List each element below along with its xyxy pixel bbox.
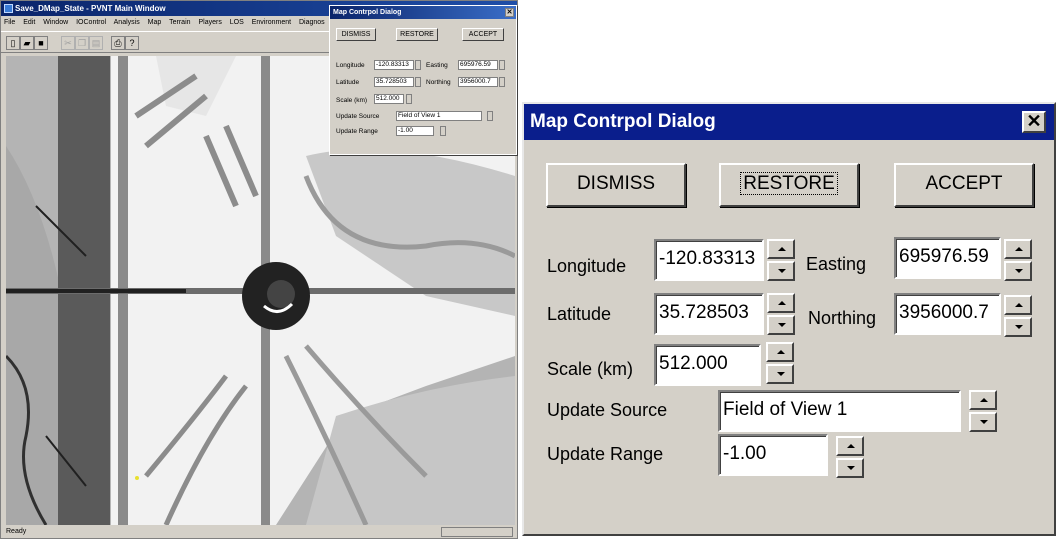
update-range-label: Update Range (547, 444, 664, 464)
small-scale-label: Scale (km) (336, 97, 368, 104)
easting-spinner[interactable] (1004, 239, 1032, 281)
update-source-down-arrow-icon[interactable] (969, 412, 997, 432)
small-longitude-label: Longitude (336, 62, 365, 69)
longitude-field[interactable]: -120.83313 (654, 239, 764, 281)
accept-button-label: ACCEPT (925, 173, 1003, 194)
menu-map[interactable]: Map (148, 19, 162, 26)
small-easting-spinner[interactable] (499, 60, 505, 70)
small-easting-field[interactable]: 695976.59 (458, 60, 498, 70)
map-control-dialog: Map Contrpol Dialog ✕ DISMISS RESTORE AC… (522, 102, 1056, 536)
scale-field[interactable]: 512.000 (654, 344, 761, 386)
small-dismiss-button[interactable]: DISMISS (336, 28, 376, 41)
northing-up-arrow-icon[interactable] (1004, 295, 1032, 315)
cut-icon[interactable]: ✂ (61, 36, 75, 50)
update-range-down-arrow-icon[interactable] (836, 458, 864, 478)
menu-edit[interactable]: Edit (23, 19, 35, 26)
small-restore-button[interactable]: RESTORE (396, 28, 438, 41)
small-northing-spinner[interactable] (499, 77, 505, 87)
update-range-field[interactable]: -1.00 (718, 434, 828, 476)
menu-analysis[interactable]: Analysis (114, 19, 140, 26)
restore-button[interactable]: RESTORE (719, 163, 859, 207)
longitude-up-arrow-icon[interactable] (767, 239, 795, 259)
northing-field[interactable]: 3956000.7 (894, 293, 1001, 335)
accept-button[interactable]: ACCEPT (894, 163, 1034, 207)
dialog-titlebar: Map Contrpol Dialog (524, 104, 1054, 140)
small-northing-field[interactable]: 3956000.7 (458, 77, 498, 87)
small-update-source-spinner[interactable] (487, 111, 493, 121)
scale-up-arrow-icon[interactable] (766, 342, 794, 362)
scale-spinner[interactable] (766, 342, 794, 384)
print-icon[interactable]: ⎙ (111, 36, 125, 50)
small-scale-field[interactable]: 512.000 (374, 94, 404, 104)
update-source-label: Update Source (547, 400, 668, 420)
main-window-title: Save_DMap_State - PVNT Main Window (15, 4, 166, 13)
update-source-spinner[interactable] (969, 390, 997, 432)
dialog-title: Map Contrpol Dialog (530, 111, 716, 132)
small-update-source-label: Update Source (336, 113, 380, 120)
latitude-spinner[interactable] (767, 293, 795, 335)
latitude-up-arrow-icon[interactable] (767, 293, 795, 313)
small-longitude-field[interactable]: -120.83313 (374, 60, 414, 70)
update-range-up-arrow-icon[interactable] (836, 436, 864, 456)
small-map-control-dialog: Map Contrpol Dialog ✕ DISMISS RESTORE AC… (329, 5, 517, 155)
small-dialog-titlebar: Map Contrpol Dialog ✕ (330, 6, 516, 19)
status-bar: Ready (1, 525, 517, 539)
small-dialog-title: Map Contrpol Dialog (333, 9, 402, 16)
scale-label: Scale (km) (547, 359, 634, 379)
menu-environment[interactable]: Environment (252, 19, 291, 26)
menu-los[interactable]: LOS (230, 19, 244, 26)
update-source-up-arrow-icon[interactable] (969, 390, 997, 410)
menu-window[interactable]: Window (43, 19, 68, 26)
menu-file[interactable]: File (4, 19, 15, 26)
latitude-down-arrow-icon[interactable] (767, 315, 795, 335)
status-text: Ready (6, 528, 27, 535)
latitude-field[interactable]: 35.728503 (654, 293, 764, 335)
menu-players[interactable]: Players (198, 19, 221, 26)
easting-up-arrow-icon[interactable] (1004, 239, 1032, 259)
small-latitude-field[interactable]: 35.728503 (374, 77, 414, 87)
main-window: Save_DMap_State - PVNT Main Window File … (0, 0, 518, 539)
status-panels (441, 527, 513, 537)
latitude-label: Latitude (547, 304, 612, 324)
longitude-spinner[interactable] (767, 239, 795, 281)
northing-spinner[interactable] (1004, 295, 1032, 337)
update-range-spinner[interactable] (836, 436, 864, 478)
app-icon (4, 4, 13, 13)
small-scale-spinner[interactable] (406, 94, 412, 104)
small-close-icon[interactable]: ✕ (505, 8, 514, 17)
small-update-range-spinner[interactable] (440, 126, 446, 136)
small-longitude-spinner[interactable] (415, 60, 421, 70)
scale-down-arrow-icon[interactable] (766, 364, 794, 384)
restore-button-label: RESTORE (740, 172, 838, 195)
copy-icon[interactable]: ❐ (75, 36, 89, 50)
small-update-source-field[interactable]: Field of View 1 (396, 111, 482, 121)
longitude-down-arrow-icon[interactable] (767, 261, 795, 281)
menu-diagnostics[interactable]: Diagnos (299, 19, 325, 26)
small-northing-label: Northing (426, 79, 451, 86)
close-icon[interactable]: ✕ (1022, 111, 1046, 133)
northing-down-arrow-icon[interactable] (1004, 317, 1032, 337)
northing-label: Northing (808, 308, 877, 328)
paste-icon[interactable]: ▤ (89, 36, 103, 50)
small-update-range-field[interactable]: -1.00 (396, 126, 434, 136)
menu-terrain[interactable]: Terrain (169, 19, 190, 26)
easting-down-arrow-icon[interactable] (1004, 261, 1032, 281)
small-latitude-label: Latitude (336, 79, 360, 86)
easting-field[interactable]: 695976.59 (894, 237, 1001, 279)
save-disk-icon[interactable]: ■ (34, 36, 48, 50)
small-easting-label: Easting (426, 62, 448, 69)
dismiss-button[interactable]: DISMISS (546, 163, 686, 207)
open-folder-icon[interactable]: ▰ (20, 36, 34, 50)
small-latitude-spinner[interactable] (415, 77, 421, 87)
help-icon[interactable]: ? (125, 36, 139, 50)
new-file-icon[interactable]: ▯ (6, 36, 20, 50)
small-update-range-label: Update Range (336, 128, 378, 135)
longitude-label: Longitude (547, 256, 627, 276)
easting-label: Easting (806, 254, 867, 274)
update-source-field[interactable]: Field of View 1 (718, 390, 961, 432)
dismiss-button-label: DISMISS (576, 173, 656, 194)
menu-iocontrol[interactable]: IOControl (76, 19, 106, 26)
small-accept-button[interactable]: ACCEPT (462, 28, 504, 41)
